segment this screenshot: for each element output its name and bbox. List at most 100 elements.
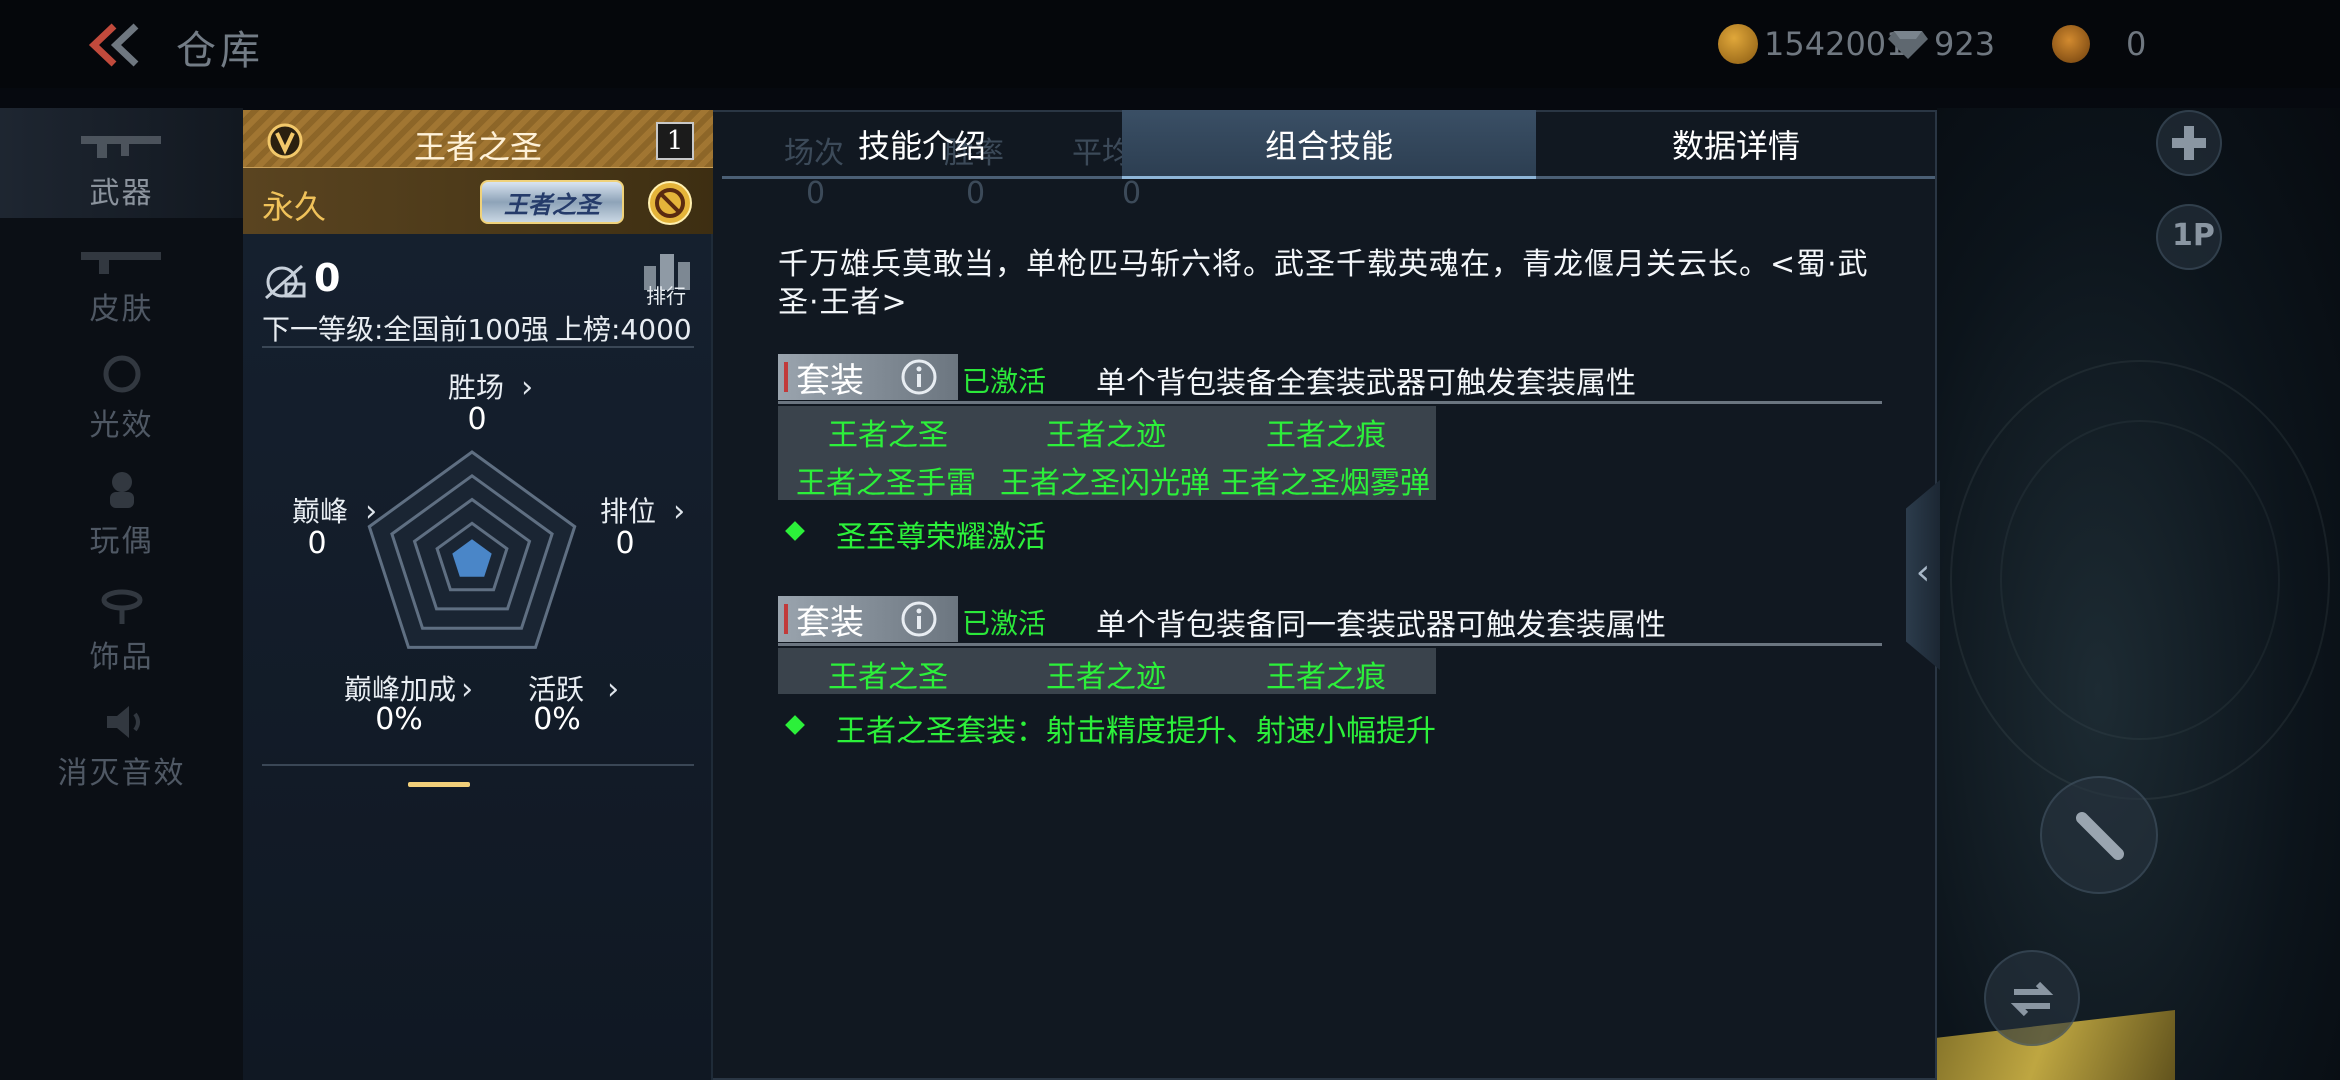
page-indicator	[408, 782, 470, 787]
set-item: 王者之圣	[828, 660, 948, 695]
leaderboard-button[interactable]: 排行	[640, 250, 698, 308]
ghost-value: 0	[1122, 176, 1142, 211]
ghost-value: 0	[806, 176, 826, 211]
stat-ranked[interactable]: 排位 ›	[600, 490, 685, 530]
weapon-count-badge: 1	[656, 122, 694, 160]
stat-peak-label: 巅峰	[292, 495, 349, 528]
stat-ranked-value: 0	[615, 526, 635, 561]
stat-wins-value: 0	[467, 402, 487, 437]
set-tag: 套装	[778, 354, 958, 401]
set-item: 王者之迹	[1046, 660, 1166, 695]
background-target-ring-inner	[2000, 420, 2280, 740]
tab-skill-intro[interactable]: 技能介绍	[722, 110, 1122, 178]
charm-icon	[101, 589, 142, 624]
set-item: 王者之圣	[828, 418, 948, 453]
set-item: 王者之痕	[1266, 660, 1386, 695]
stat-ranked-label: 排位	[600, 495, 657, 528]
chevron-right-icon: ›	[461, 672, 474, 707]
stat-peak-bonus-value: 0%	[375, 702, 423, 737]
kills-icon	[265, 264, 306, 300]
gem-balance: 923	[1888, 22, 1995, 66]
duration-label: 永久	[262, 188, 327, 226]
divider	[262, 764, 694, 766]
weapon-name: 王者之圣	[413, 128, 542, 166]
back-arrow-icon[interactable]	[86, 22, 146, 68]
stat-wins-label: 胜场	[448, 371, 505, 404]
sidebar-item-label: 皮肤	[89, 292, 154, 327]
set-tag-marker	[784, 604, 788, 634]
set-item: 王者之圣烟雾弹	[1220, 466, 1430, 501]
token-icon	[2052, 25, 2090, 63]
ghost-value: 0	[966, 176, 986, 211]
set-item: 王者之痕	[1266, 418, 1386, 453]
chevron-left-icon: ‹	[1915, 552, 1931, 593]
sidebar-item-accessories[interactable]: 饰品	[0, 572, 243, 682]
sidebar-item-effects[interactable]: 光效	[0, 340, 243, 450]
sidebar-item-label: 武器	[89, 176, 154, 211]
sidebar-item-weapons[interactable]: 武器	[0, 108, 243, 218]
category-sidebar: 武器 皮肤 光效 玩偶 饰品 消灭音效	[0, 108, 243, 1080]
leaderboard-threshold: 上榜:4000	[555, 313, 692, 346]
set-item: 王者之圣闪光弹	[1000, 466, 1210, 501]
diamond-icon	[1888, 31, 1928, 59]
set-divider	[778, 401, 1882, 404]
kills-value: 0	[314, 256, 341, 300]
set-bonus: 圣至尊荣耀激活	[836, 520, 1046, 555]
stat-wins[interactable]: 胜场 ›	[448, 366, 533, 406]
set-tag-label: 套装	[796, 602, 864, 643]
set-status: 已激活	[962, 607, 1047, 640]
weapon-description: 千万雄兵莫敢当，单枪匹马斩六将。武圣千载英魂在，青龙偃月关云长。<蜀·武圣·王者…	[778, 247, 1869, 320]
set-tag: 套装	[778, 596, 958, 643]
token-balance: 0	[2052, 22, 2146, 66]
bullet-icon	[2076, 812, 2124, 860]
dpad-icon	[2172, 126, 2206, 160]
coin-icon	[1718, 24, 1758, 64]
sidebar-item-label: 玩偶	[89, 524, 154, 559]
set-item: 王者之圣手雷	[796, 466, 976, 501]
gem-value: 923	[1934, 25, 1996, 63]
set-tag-label: 套装	[796, 360, 864, 401]
doll-icon	[109, 472, 134, 508]
info-icon[interactable]	[900, 358, 938, 396]
gamepad-button[interactable]	[2156, 110, 2222, 176]
tab-underline-active	[1122, 176, 1536, 179]
token-value: 0	[2126, 25, 2147, 63]
sidebar-item-label: 饰品	[89, 640, 154, 675]
leaderboard-label: 排行	[646, 284, 686, 308]
coin-balance: 1542001	[1718, 22, 1907, 66]
swap-icon	[2010, 981, 2054, 1017]
tab-data-details[interactable]: 数据详情	[1536, 110, 1936, 178]
speaker-icon	[106, 706, 140, 738]
gold-medal-icon[interactable]	[647, 180, 693, 226]
coin-value: 1542001	[1764, 25, 1907, 63]
set-divider	[778, 643, 1882, 646]
swap-button[interactable]	[1984, 950, 2080, 1046]
set-tag-marker	[784, 362, 788, 392]
rifle-skin-icon	[80, 252, 161, 274]
info-icon[interactable]	[900, 600, 938, 638]
tab-combo-skills[interactable]: 组合技能	[1122, 110, 1536, 178]
first-person-label: 1P	[2172, 218, 2215, 253]
inspect-weapon-button[interactable]	[2040, 776, 2158, 894]
sidebar-item-skins[interactable]: 皮肤	[0, 224, 243, 334]
effect-ring-icon	[103, 355, 140, 393]
sidebar-item-label: 光效	[89, 408, 154, 443]
set-rule: 单个背包装备全套装武器可触发套装属性	[1096, 366, 1636, 401]
stat-peak-value: 0	[307, 526, 327, 561]
sidebar-item-label: 消灭音效	[57, 756, 186, 791]
chevron-right-icon: ›	[607, 672, 620, 707]
set-item: 王者之迹	[1046, 418, 1166, 453]
set-bonus: 王者之圣套装：射击精度提升、射速小幅提升	[836, 714, 1436, 749]
sidebar-item-kill-sound[interactable]: 消灭音效	[0, 688, 243, 798]
divider	[262, 346, 694, 348]
chevron-right-icon: ›	[673, 494, 686, 529]
weapon-logo-badge: 王者之圣	[480, 180, 624, 224]
rifle-icon	[80, 136, 161, 158]
stat-active-value: 0%	[533, 702, 581, 737]
set-status: 已激活	[962, 365, 1047, 398]
radar-chart	[367, 450, 577, 649]
next-level-text: 下一等级:全国前100强	[262, 313, 549, 346]
sidebar-item-figures[interactable]: 玩偶	[0, 456, 243, 566]
set-rule: 单个背包装备同一套装武器可触发套装属性	[1096, 608, 1666, 643]
chevron-right-icon: ›	[521, 370, 534, 405]
